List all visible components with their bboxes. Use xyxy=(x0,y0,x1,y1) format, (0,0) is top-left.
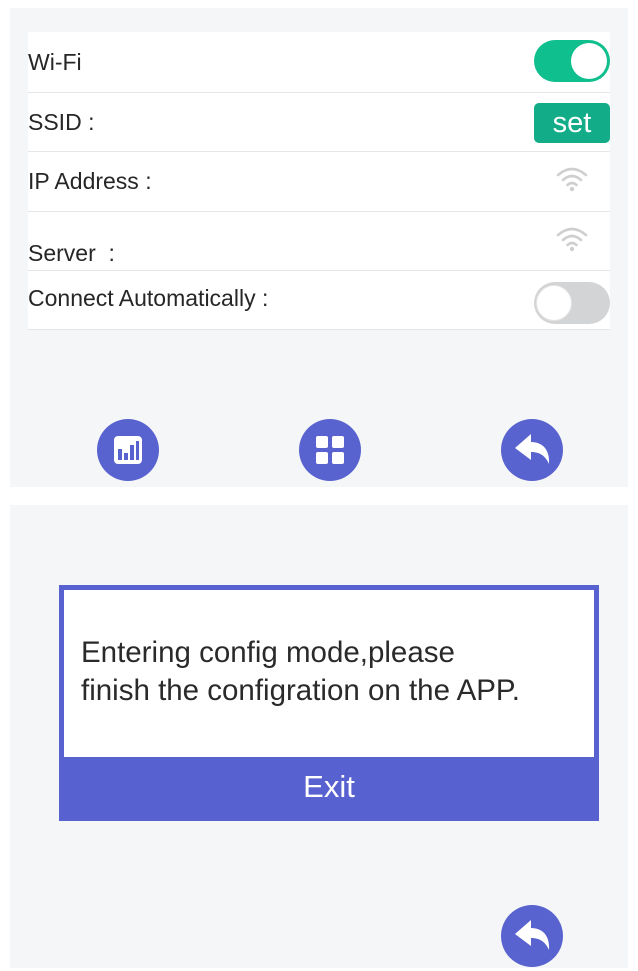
config-mode-screen: Entering config mode,please finish the c… xyxy=(10,505,628,968)
toggle-knob xyxy=(571,43,607,79)
wifi-signal-icon xyxy=(556,227,588,252)
grid-icon xyxy=(316,436,344,464)
exit-button[interactable]: Exit xyxy=(59,757,599,821)
auto-connect-label: Connect Automatically : xyxy=(28,285,269,311)
settings-list: Wi-Fi SSID : set IP Address : Server : C… xyxy=(28,32,610,330)
back-button[interactable] xyxy=(501,419,563,481)
settings-row-wifi: Wi-Fi xyxy=(28,32,610,93)
wifi-toggle[interactable] xyxy=(534,40,610,82)
server-label: Server : xyxy=(28,240,115,266)
settings-row-ssid: SSID : set xyxy=(28,93,610,152)
back-arrow-icon xyxy=(515,920,550,950)
toggle-knob xyxy=(536,285,572,321)
config-message-line2: finish the configration on the APP. xyxy=(81,674,520,707)
config-message-line1: Entering config mode,please xyxy=(81,636,455,669)
settings-row-auto-connect: Connect Automatically : xyxy=(28,271,610,330)
wifi-label: Wi-Fi xyxy=(28,49,82,75)
wifi-signal-icon xyxy=(556,167,588,192)
settings-row-ip-address: IP Address : xyxy=(28,152,610,212)
menu-button[interactable] xyxy=(299,419,361,481)
settings-row-server: Server : xyxy=(28,212,610,271)
config-message: Entering config mode,please finish the c… xyxy=(81,634,584,710)
ip-address-label: IP Address : xyxy=(28,168,152,194)
stats-button[interactable] xyxy=(97,419,159,481)
back-button[interactable] xyxy=(501,905,563,967)
ssid-label: SSID : xyxy=(28,109,95,135)
back-arrow-icon xyxy=(515,434,550,464)
chart-icon xyxy=(114,436,142,464)
wifi-settings-screen: Wi-Fi SSID : set IP Address : Server : C… xyxy=(10,8,628,487)
ssid-set-button[interactable]: set xyxy=(534,103,610,143)
auto-connect-toggle[interactable] xyxy=(534,282,610,324)
